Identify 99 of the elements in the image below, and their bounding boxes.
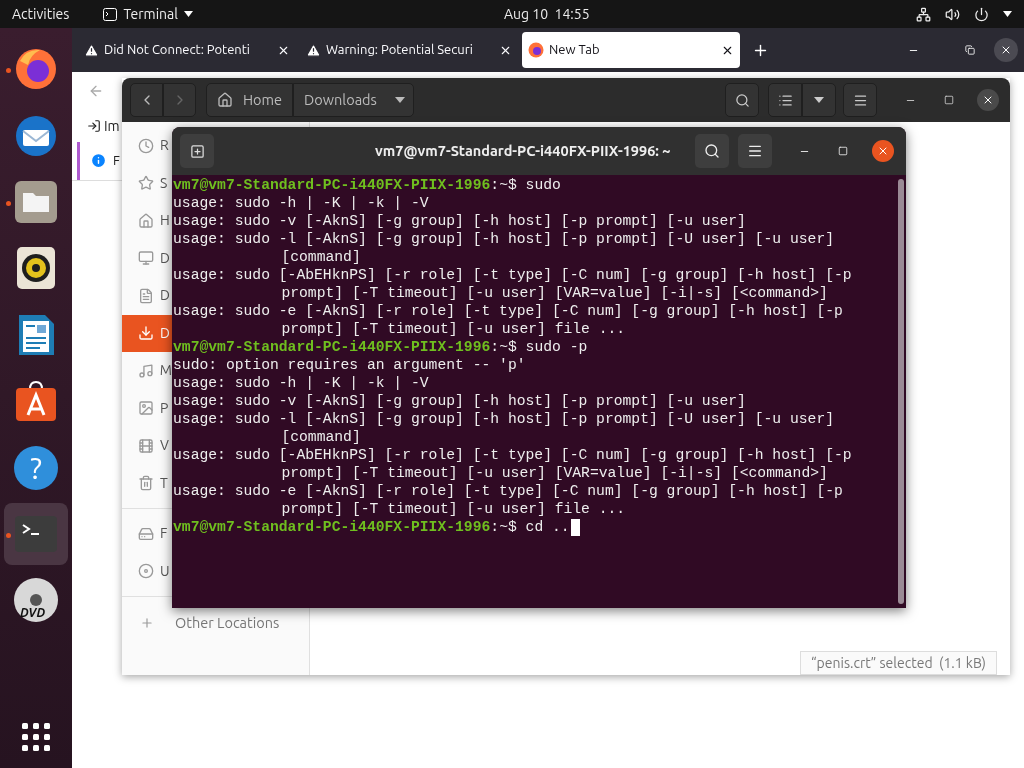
search-button[interactable] xyxy=(725,83,759,117)
dock-item[interactable]: DVD xyxy=(4,569,68,632)
warning-icon xyxy=(306,42,321,58)
terminal-line: usage: sudo -h | -K | -k | -V xyxy=(173,194,429,212)
sidebar-item[interactable]: Other Locations xyxy=(122,609,309,636)
caret-icon xyxy=(814,97,824,103)
terminal-line: prompt] [-T timeout] [-u user] [VAR=value] [-i|-s] [<command>] xyxy=(281,284,828,302)
close-icon xyxy=(877,145,889,157)
terminal-line: usage: sudo -e [-AknS] [-r role] [-t type] [-C num] [-g group] [-h host] [-p xyxy=(173,482,843,500)
menu-button[interactable] xyxy=(738,134,772,168)
folder-icon xyxy=(14,180,58,224)
sidebar-item[interactable]: T xyxy=(122,464,172,502)
text-cursor xyxy=(570,518,580,536)
sidebar-item[interactable]: U xyxy=(122,552,172,590)
caret-icon xyxy=(394,97,405,103)
app-menu[interactable]: Terminal xyxy=(103,3,193,25)
path-button[interactable]: Downloads xyxy=(293,83,414,117)
close-button[interactable] xyxy=(994,38,1018,62)
import-icon xyxy=(87,119,101,133)
monitor-icon xyxy=(138,250,154,267)
notice-text: F xyxy=(113,152,120,169)
plus-icon xyxy=(140,615,154,630)
search-button[interactable] xyxy=(695,134,729,168)
sidebar-item[interactable]: P xyxy=(122,389,172,427)
browser-tab[interactable]: Warning: Potential Securi xyxy=(300,32,518,68)
menu-button[interactable] xyxy=(843,83,877,117)
terminal-line: usage: sudo [-AbEHknPS] [-r role] [-t type] [-C num] [-g group] [-h host] [-p xyxy=(173,446,852,464)
clock-icon xyxy=(138,137,154,154)
network-icon[interactable] xyxy=(916,6,931,22)
new-tab-button[interactable] xyxy=(180,134,214,168)
disc-icon xyxy=(138,563,154,580)
terminal-line: prompt] [-T timeout] [-u user] file ... xyxy=(281,320,626,338)
menu-icon xyxy=(747,143,763,159)
close-icon xyxy=(982,94,994,106)
menu-icon xyxy=(852,92,868,108)
sidebar-item[interactable]: D xyxy=(122,277,172,315)
terminal-line: usage: sudo -v [-AknS] [-g group] [-h host] [-p prompt] [-u user] xyxy=(173,392,746,410)
document-icon xyxy=(138,287,154,304)
sidebar-item[interactable]: S xyxy=(122,164,172,202)
caret-icon[interactable] xyxy=(1003,11,1012,17)
shopping-bag-icon xyxy=(14,379,58,424)
terminal-line: usage: sudo -l [-AknS] [-g group] [-h host] [-p prompt] [-U user] [-u user] xyxy=(173,230,835,248)
close-button[interactable] xyxy=(977,89,999,111)
terminal-line: usage: sudo -v [-AknS] [-g group] [-h host] [-p prompt] [-u user] xyxy=(173,212,746,230)
view-options-button[interactable] xyxy=(802,83,836,117)
terminal-line: vm7@vm7-Standard-PC-i440FX-PIIX-1996:~$ sudo xyxy=(173,176,561,194)
terminal-line: prompt] [-T timeout] [-u user] [VAR=value] [-i|-s] [<command>] xyxy=(281,464,828,482)
terminal-icon xyxy=(103,7,118,21)
status-label: “penis.crt” selected (1.1 kB) xyxy=(800,651,998,675)
star-icon xyxy=(138,175,154,192)
home-icon xyxy=(138,212,154,229)
list-icon xyxy=(777,92,793,108)
activities-button[interactable]: Activities xyxy=(12,3,70,25)
maximize-icon[interactable] xyxy=(944,95,954,105)
sidebar-item[interactable]: M xyxy=(122,352,172,390)
terminal-line: usage: sudo -l [-AknS] [-g group] [-h host] [-p prompt] [-U user] [-u user] xyxy=(173,410,835,428)
terminal-line: vm7@vm7-Standard-PC-i440FX-PIIX-1996:~$ sudo -p xyxy=(173,338,588,356)
help-icon: ? xyxy=(14,445,58,490)
bookmark-label[interactable]: Im xyxy=(104,116,120,137)
trash-icon xyxy=(138,475,154,492)
speaker-icon xyxy=(14,246,58,291)
sidebar-item[interactable]: D xyxy=(122,314,172,352)
browser-tab[interactable]: Did Not Connect: Potenti xyxy=(78,32,296,68)
sidebar-item[interactable]: D xyxy=(122,239,172,277)
terminal-line: prompt] [-T timeout] [-u user] file ... xyxy=(281,500,626,518)
home-icon xyxy=(217,92,233,108)
sidebar-item[interactable]: V xyxy=(122,427,172,465)
clock[interactable]: Aug 10 14:55 xyxy=(504,3,590,25)
sidebar-item[interactable]: H xyxy=(122,202,172,240)
terminal-line: [command] xyxy=(281,248,361,266)
close-icon xyxy=(1000,44,1012,56)
terminal-line: usage: sudo [-AbEHknPS] [-r role] [-t type] [-C num] [-g group] [-h host] [-p xyxy=(173,266,852,284)
list-view-button[interactable] xyxy=(768,83,802,117)
terminal-line: sudo: option requires an argument -- 'p' xyxy=(173,356,526,374)
path-button[interactable]: Home xyxy=(206,83,294,117)
caret-icon xyxy=(183,11,193,17)
restore-icon[interactable] xyxy=(965,45,975,55)
volume-icon[interactable] xyxy=(945,6,960,22)
new-tab-icon xyxy=(189,143,205,159)
sidebar-item[interactable]: F xyxy=(122,515,172,553)
window-title: vm7@vm7-Standard-PC-i440FX-PIIX-1996: ~ xyxy=(375,141,671,162)
close-button[interactable] xyxy=(872,140,894,162)
terminal-line: usage: sudo -e [-AknS] [-r role] [-t type] [-C num] [-g group] [-h host] [-p xyxy=(173,302,843,320)
search-icon xyxy=(734,92,750,108)
warning-icon xyxy=(84,42,99,58)
search-icon xyxy=(704,143,720,159)
browser-tab[interactable]: New Tab xyxy=(522,32,740,68)
terminal-line: usage: sudo -h | -K | -k | -V xyxy=(173,374,429,392)
drive-icon xyxy=(138,525,154,542)
terminal-line: vm7@vm7-Standard-PC-i440FX-PIIX-1996:~$ cd .. xyxy=(173,518,570,536)
back-button[interactable] xyxy=(130,83,163,117)
sidebar-item[interactable]: R xyxy=(122,127,172,165)
power-icon[interactable] xyxy=(974,6,989,22)
film-icon xyxy=(138,437,154,454)
terminal-line: [command] xyxy=(281,428,361,446)
app-grid-icon xyxy=(20,720,52,753)
download-icon xyxy=(138,325,154,342)
music-note-icon xyxy=(138,362,154,379)
image-icon xyxy=(138,400,154,417)
